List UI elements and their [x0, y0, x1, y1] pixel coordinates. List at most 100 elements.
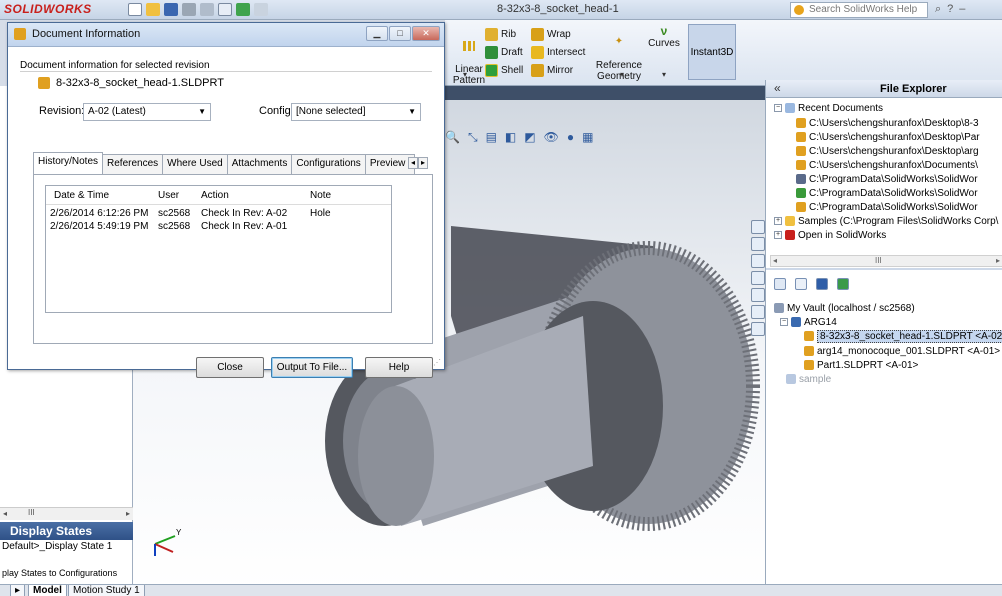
options-icon[interactable]	[254, 3, 268, 16]
scroll-right-icon[interactable]: ▸	[126, 509, 130, 518]
open-icon[interactable]	[146, 3, 160, 16]
vault-file-item[interactable]: arg14_monocoque_001.SLDPRT <A-01>	[804, 345, 1000, 357]
view-palette-icon[interactable]	[751, 288, 765, 302]
linear-pattern-button[interactable]: Linear Pattern	[451, 30, 487, 86]
collapse-pane-button[interactable]: «	[774, 81, 781, 95]
rebuild-icon[interactable]	[236, 3, 250, 16]
help-button[interactable]: Help	[365, 357, 433, 378]
tab-scroll-right-icon[interactable]: ▸	[418, 157, 428, 169]
link-display-states-option[interactable]: play States to Configurations	[2, 568, 117, 578]
column-header-date[interactable]: Date & Time	[54, 190, 109, 201]
vault-node[interactable]: My Vault (localhost / sc2568)	[774, 302, 915, 314]
select-icon[interactable]	[218, 3, 232, 16]
shell-button[interactable]: Shell	[485, 64, 523, 77]
tab-motion-study[interactable]: Motion Study 1	[68, 585, 145, 596]
column-header-user[interactable]: User	[158, 190, 179, 201]
recent-item[interactable]: C:\Users\chengshuranfox\Desktop\arg	[796, 145, 979, 157]
tab-history-notes[interactable]: History/Notes	[33, 152, 104, 174]
table-row[interactable]: 2/26/2014 5:49:19 PM sc2568 Check In Rev…	[46, 221, 391, 233]
pattern-dropdown-arrow[interactable]: ▾	[463, 70, 467, 79]
scroll-left-icon[interactable]: ◂	[3, 509, 7, 518]
vault-info-icon[interactable]	[837, 278, 849, 290]
home-icon[interactable]	[751, 237, 765, 251]
close-icon[interactable]: ✕	[412, 26, 440, 41]
arg14-folder-node[interactable]: − ARG14	[780, 316, 837, 328]
pane-splitter[interactable]	[766, 268, 1002, 270]
samples-node[interactable]: + Samples (C:\Program Files\SolidWorks C…	[774, 215, 998, 227]
resources-icon[interactable]	[751, 220, 765, 234]
revision-select[interactable]: A-02 (Latest) ▼	[83, 103, 211, 121]
tab-configurations[interactable]: Configurations	[291, 154, 366, 174]
vault-view-icon[interactable]	[774, 278, 786, 290]
expand-toggle[interactable]: −	[774, 104, 782, 112]
display-state-item[interactable]: Default>_Display State 1	[2, 541, 112, 552]
scroll-thumb[interactable]: III	[875, 256, 882, 265]
tab-scroll-icon[interactable]: ▸	[10, 585, 26, 596]
left-panel-scrollbar[interactable]: ◂ III ▸	[0, 507, 133, 520]
intersect-button[interactable]: Intersect	[531, 46, 585, 59]
draft-button[interactable]: Draft	[485, 46, 523, 59]
file-explorer-tab-icon[interactable]	[751, 271, 765, 285]
sample-folder-node[interactable]: sample	[786, 373, 831, 385]
config-select[interactable]: [None selected] ▼	[291, 103, 421, 121]
part-file-icon	[796, 132, 806, 142]
help-search-input[interactable]: Search SolidWorks Help	[790, 2, 928, 18]
recent-documents-label: Recent Documents	[798, 102, 884, 114]
recent-item[interactable]: C:\Users\chengshuranfox\Documents\	[796, 159, 978, 171]
instant3d-button[interactable]: Instant3D	[688, 24, 736, 80]
new-file-icon[interactable]	[128, 3, 142, 16]
curves-button[interactable]: ν Curves	[647, 25, 681, 49]
recent-item[interactable]: C:\Users\chengshuranfox\Desktop\Par	[796, 131, 980, 143]
close-button[interactable]: Close	[196, 357, 264, 378]
vault-file-item[interactable]: 8-32x3-8_socket_head-1.SLDPRT <A-02>	[804, 329, 1002, 343]
print-icon[interactable]	[182, 3, 196, 16]
recent-item[interactable]: C:\ProgramData\SolidWorks\SolidWor	[796, 173, 978, 185]
search-go-icon[interactable]: ⌕	[935, 3, 941, 16]
rib-button[interactable]: Rib	[485, 28, 516, 41]
column-header-note[interactable]: Note	[310, 190, 331, 201]
title-bar: SOLIDWORKS 8-32x3-8_socket_head-1 Search…	[0, 0, 1002, 20]
part-file-icon	[804, 346, 814, 356]
recent-documents-node[interactable]: − Recent Documents	[774, 102, 883, 114]
curves-dropdown-arrow[interactable]: ▾	[662, 70, 666, 79]
appearances-icon[interactable]	[751, 305, 765, 319]
vault-folder-icon	[786, 374, 796, 384]
scroll-thumb[interactable]: III	[28, 508, 35, 517]
expand-toggle[interactable]: −	[780, 318, 788, 326]
help-icon[interactable]: ?	[947, 3, 953, 16]
expand-toggle[interactable]: +	[774, 217, 782, 225]
expand-toggle[interactable]: +	[774, 231, 782, 239]
vault-properties-icon[interactable]	[816, 278, 828, 290]
wrap-button[interactable]: Wrap	[531, 28, 571, 41]
recent-item[interactable]: C:\ProgramData\SolidWorks\SolidWor	[796, 201, 978, 213]
recent-item[interactable]: C:\ProgramData\SolidWorks\SolidWor	[796, 187, 978, 199]
tab-scroll-left-icon[interactable]: ◂	[408, 157, 418, 169]
undo-icon[interactable]	[200, 3, 214, 16]
minimize-icon[interactable]: –	[959, 3, 965, 16]
dialog-title-bar[interactable]: Document Information ▁ □ ✕	[8, 23, 444, 47]
scroll-left-icon[interactable]: ◂	[773, 256, 777, 265]
recent-item[interactable]: C:\Users\chengshuranfox\Desktop\8-3	[796, 117, 979, 129]
tab-model[interactable]: Model	[28, 585, 67, 596]
tab-attachments[interactable]: Attachments	[226, 154, 293, 174]
resize-grip-icon[interactable]: ⋰	[433, 358, 443, 368]
tab-references[interactable]: References	[102, 154, 164, 174]
vault-file-item[interactable]: Part1.SLDPRT <A-01>	[804, 359, 918, 371]
scroll-right-icon[interactable]: ▸	[996, 256, 1000, 265]
reference-geometry-button[interactable]: ✦ Reference Geometry	[595, 26, 643, 83]
display-states-header: Display States	[0, 522, 133, 540]
custom-properties-icon[interactable]	[751, 322, 765, 336]
minimize-icon[interactable]: ▁	[366, 26, 388, 41]
design-library-icon[interactable]	[751, 254, 765, 268]
mirror-button[interactable]: Mirror	[531, 64, 573, 77]
output-to-file-button[interactable]: Output To File...	[271, 357, 353, 378]
file-explorer-scrollbar[interactable]: ◂ III ▸	[770, 255, 1002, 267]
maximize-icon[interactable]: □	[389, 26, 411, 41]
tab-where-used[interactable]: Where Used	[162, 154, 228, 174]
save-icon[interactable]	[164, 3, 178, 16]
refgeom-dropdown-arrow[interactable]: ▾	[620, 70, 624, 79]
vault-help-icon[interactable]	[795, 278, 807, 290]
table-row[interactable]: 2/26/2014 6:12:26 PM sc2568 Check In Rev…	[46, 208, 391, 220]
open-in-solidworks-node[interactable]: + Open in SolidWorks	[774, 229, 886, 241]
column-header-action[interactable]: Action	[201, 190, 229, 201]
